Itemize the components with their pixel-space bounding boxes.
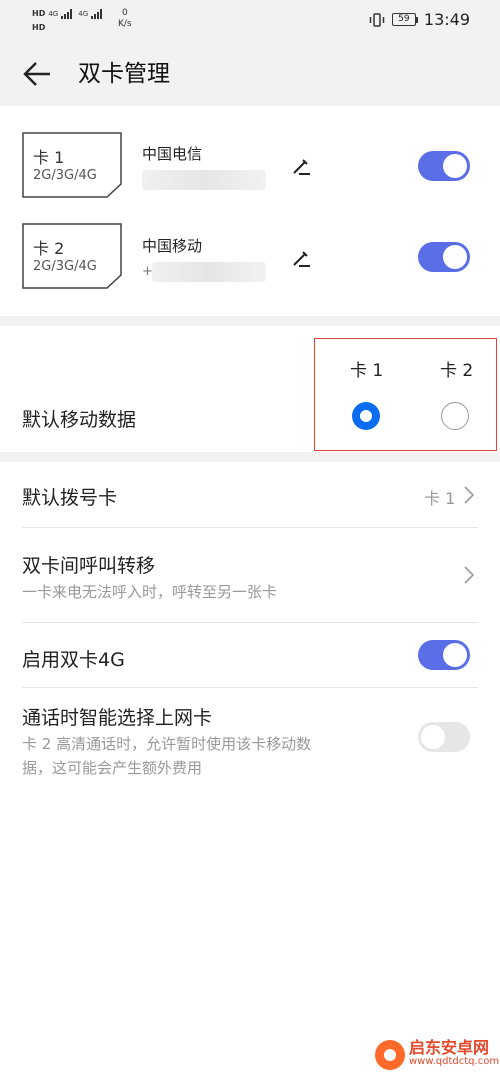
phone-number-redacted	[142, 170, 266, 190]
back-arrow-icon[interactable]	[22, 58, 54, 90]
status-bar: HD 4G 4G HD 0 K/s 59 13:49	[0, 0, 500, 42]
network-speed: 0 K/s	[118, 8, 132, 29]
watermark-url: www.qdtdctq.com	[409, 1056, 500, 1067]
hd-badge: HD	[32, 9, 46, 18]
dual-4g-toggle[interactable]	[418, 640, 470, 670]
watermark-name: 启东安卓网	[409, 1038, 490, 1057]
call-forward-label: 双卡间呼叫转移	[22, 555, 156, 577]
signal-icon	[91, 9, 103, 19]
sim-2-toggle[interactable]	[418, 242, 470, 272]
edit-icon[interactable]	[290, 155, 312, 177]
column-header-sim2: 卡 2	[440, 361, 474, 381]
edit-icon[interactable]	[290, 247, 312, 269]
radio-sim1-selected[interactable]	[352, 402, 380, 430]
carrier-name: 中国移动	[142, 237, 203, 255]
phone-number-redacted	[152, 262, 266, 282]
hd-badge: HD	[32, 23, 46, 32]
sim-card-networks: 2G/3G/4G	[33, 168, 97, 183]
sim-card-1-icon: 卡 1 2G/3G/4G	[22, 132, 122, 198]
smart-data-desc: 据，这可能会产生额外费用	[22, 759, 203, 777]
sim-card-networks: 2G/3G/4G	[33, 259, 97, 274]
network-type: 4G	[48, 10, 59, 18]
status-right: 59 13:49	[368, 10, 470, 29]
highlight-box	[314, 338, 497, 451]
app-bar: 双卡管理	[0, 42, 500, 106]
smart-data-label: 通话时智能选择上网卡	[22, 707, 213, 729]
chevron-right-icon	[464, 566, 475, 584]
call-forward-desc: 一卡来电无法呼入时，呼转至另一张卡	[22, 583, 278, 601]
chevron-right-icon	[464, 486, 475, 504]
default-dial-value: 卡 1	[424, 489, 456, 508]
dual-4g-label: 启用双卡4G	[22, 649, 125, 671]
battery-icon: 59	[391, 13, 418, 26]
radio-sim2[interactable]	[441, 402, 469, 430]
row-divider	[22, 622, 478, 623]
vibrate-icon	[369, 12, 385, 27]
watermark: 启东安卓网 www.qdtdctq.com	[375, 1040, 499, 1070]
sim-card-label: 卡 1	[33, 148, 65, 167]
section-divider	[0, 452, 500, 462]
clock: 13:49	[423, 10, 470, 29]
row-divider	[22, 527, 478, 528]
default-dial-label: 默认拨号卡	[22, 487, 118, 509]
smart-data-toggle[interactable]	[418, 722, 470, 752]
sim-1-toggle[interactable]	[418, 151, 470, 181]
column-header-sim1: 卡 1	[350, 361, 384, 381]
row-divider	[22, 687, 478, 688]
signal-indicators: HD 4G 4G HD	[32, 8, 103, 34]
sim-card-2-icon: 卡 2 2G/3G/4G	[22, 223, 122, 289]
carrier-name: 中国电信	[142, 145, 203, 163]
watermark-logo-icon	[375, 1040, 405, 1070]
sim-card-label: 卡 2	[33, 239, 65, 258]
default-data-label: 默认移动数据	[22, 409, 137, 431]
network-type: 4G	[78, 10, 89, 18]
section-divider	[0, 316, 500, 326]
page-title: 双卡管理	[78, 61, 170, 87]
signal-icon	[61, 9, 73, 19]
smart-data-desc: 卡 2 高清通话时，允许暂时使用该卡移动数	[22, 735, 312, 753]
